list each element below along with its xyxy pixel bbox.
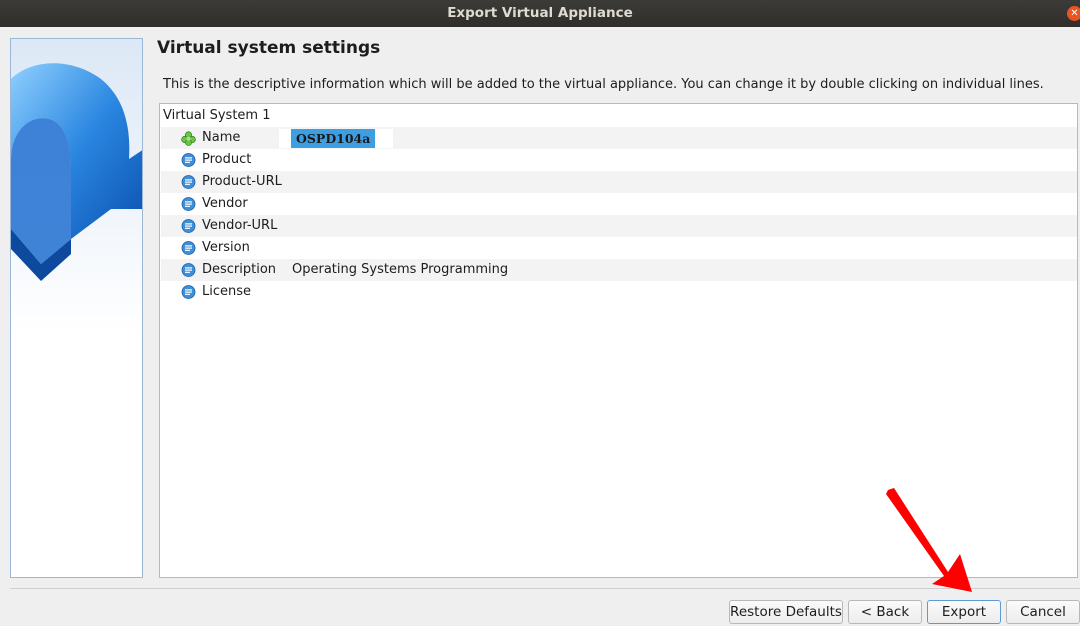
row-label: Version [202,240,250,255]
description-icon [181,263,196,277]
row-label: Name [202,130,241,145]
tree-row-product-url[interactable]: Product-URL [161,171,1077,193]
tree-root-item[interactable]: Virtual System 1 [163,107,271,127]
row-label: Description [202,262,277,277]
description-icon [181,175,196,189]
wizard-banner-image [10,38,143,578]
cancel-button[interactable]: Cancel [1006,600,1080,624]
row-value[interactable]: Operating Systems Programming [292,259,508,281]
name-value-selected[interactable]: OSPD104a [291,129,376,148]
page-description: This is the descriptive information whic… [163,77,1044,92]
page-title: Virtual system settings [157,38,381,58]
tree-row-version[interactable]: Version [161,237,1077,259]
description-icon [181,219,196,233]
tree-row-license[interactable]: License [161,281,1077,303]
row-label: Vendor-URL [202,218,278,233]
export-arrow-graphic [11,63,142,281]
annotation-arrow-icon [886,488,972,592]
description-icon [181,285,196,299]
tree-row-name[interactable]: Name OSPD104a [161,127,1077,149]
row-label: Product [202,152,252,167]
description-icon [181,241,196,255]
row-label: License [202,284,252,299]
tree-row-vendor-url[interactable]: Vendor-URL [161,215,1077,237]
name-icon [181,131,196,146]
window-title: Export Virtual Appliance [447,5,633,21]
tree-row-vendor[interactable]: Vendor [161,193,1077,215]
restore-defaults-button[interactable]: Restore Defaults [729,600,843,624]
description-icon [181,197,196,211]
description-icon [181,153,196,167]
row-label: Vendor [202,196,248,211]
export-button[interactable]: Export [927,600,1001,624]
back-button[interactable]: < Back [848,600,922,624]
tree-row-product[interactable]: Product [161,149,1077,171]
window-titlebar: Export Virtual Appliance ✕ [0,0,1080,27]
close-icon[interactable]: ✕ [1067,6,1080,21]
tree-row-description[interactable]: Description Operating Systems Programmin… [161,259,1077,281]
row-label: Product-URL [202,174,282,189]
